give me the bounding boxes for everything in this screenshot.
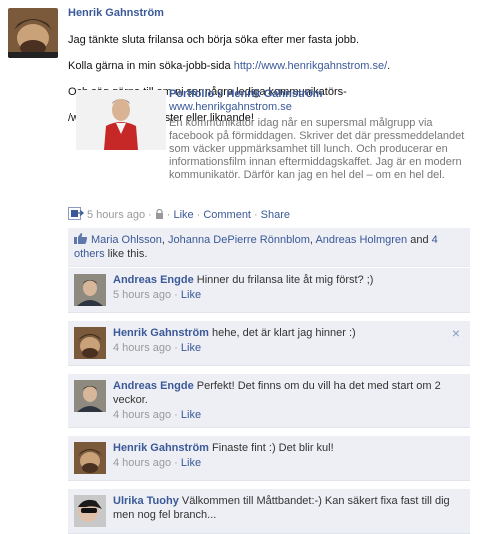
message-text: Kolla gärna in min söka-jobb-sida [68, 60, 234, 72]
portfolio-link[interactable]: http://www.henrikgahnstrom.se/ [234, 60, 387, 72]
link-post-icon [68, 207, 85, 223]
comment: Henrik Gahnström Finaste fint :) Det bli… [68, 436, 470, 481]
comment-text: Andreas Engde Perfekt! Det finns om du v… [113, 379, 462, 407]
separator: · [171, 409, 181, 421]
post-author[interactable]: Henrik Gahnström [68, 7, 473, 19]
likes-and: and [407, 234, 432, 246]
comment-text: Henrik Gahnström Finaste fint :) Det bli… [113, 441, 462, 455]
commenter-avatar[interactable] [74, 380, 106, 412]
feedback-section: Maria Ohlsson, Johanna DePierre Rönnblom… [68, 228, 470, 534]
comment: Henrik Gahnström hehe, det är klart jag … [68, 321, 470, 366]
comment-like-button[interactable]: Like [181, 289, 201, 301]
separator: · [166, 209, 171, 221]
comment-timestamp[interactable]: 4 hours ago [113, 457, 171, 469]
comment-meta: 5 hours ago · Like [113, 288, 462, 302]
liker-name[interactable]: Andreas Holmgren [315, 234, 407, 246]
attachment-thumbnail[interactable] [76, 90, 166, 150]
comment-meta: 4 hours ago · Like [113, 341, 462, 355]
comment: Andreas Engde Perfekt! Det finns om du v… [68, 374, 470, 428]
comment: Andreas Engde Hinner du frilansa lite åt… [68, 268, 470, 313]
link-attachment: Portfolio » Henrik Gahnström www.henrikg… [68, 88, 473, 200]
comment-timestamp[interactable]: 4 hours ago [113, 409, 171, 421]
comment-meta: 4 hours ago · Like [113, 456, 462, 470]
comment-author[interactable]: Andreas Engde [113, 380, 194, 392]
liker-name[interactable]: Maria Ohlsson [91, 234, 162, 246]
comment-text: Andreas Engde Hinner du frilansa lite åt… [113, 273, 462, 287]
attachment-description: En kommunikatör idag når en supersmal må… [169, 117, 465, 181]
lock-icon [155, 208, 164, 222]
comment-author[interactable]: Henrik Gahnström [113, 327, 209, 339]
separator: · [196, 209, 201, 221]
attachment-title[interactable]: Portfolio » Henrik Gahnström [169, 88, 469, 101]
message-text: . [387, 60, 391, 72]
commenter-avatar[interactable] [74, 274, 106, 306]
post-timestamp[interactable]: 5 hours ago [87, 209, 145, 221]
comment-like-button[interactable]: Like [181, 342, 201, 354]
comment-like-button[interactable]: Like [181, 457, 201, 469]
remove-comment-icon[interactable]: × [452, 326, 460, 340]
separator: · [171, 289, 181, 301]
comment-timestamp[interactable]: 5 hours ago [113, 289, 171, 301]
comment-text: Henrik Gahnström hehe, det är klart jag … [113, 326, 462, 340]
liker-name[interactable]: Johanna DePierre Rönnblom [168, 234, 310, 246]
likes-summary: Maria Ohlsson, Johanna DePierre Rönnblom… [68, 228, 470, 267]
separator: · [148, 209, 152, 221]
likes-suffix: like this. [104, 248, 148, 260]
comment-body: Hinner du frilansa lite åt mig först? ;) [193, 274, 374, 286]
like-button[interactable]: Like [173, 209, 193, 221]
comment-author[interactable]: Ulrika Tuohy [113, 495, 179, 507]
comment-body: hehe, det är klart jag hinner :) [208, 327, 356, 339]
post-meta: 5 hours ago · · Like · Comment · Share [68, 207, 290, 223]
comment-author[interactable]: Andreas Engde [113, 274, 194, 286]
commenter-avatar[interactable] [74, 495, 106, 527]
share-button[interactable]: Share [261, 209, 290, 221]
message-line: Jag tänkte sluta frilansa och börja söka… [68, 34, 360, 46]
message-line: Kolla gärna in min söka-jobb-sida http:/… [68, 60, 473, 73]
separator: · [171, 457, 181, 469]
attachment-url[interactable]: www.henrikgahnstrom.se [169, 101, 469, 114]
comment-timestamp[interactable]: 4 hours ago [113, 342, 171, 354]
attachment-body: Portfolio » Henrik Gahnström www.henrikg… [169, 88, 469, 182]
thumbs-up-icon [74, 233, 88, 244]
commenter-avatar[interactable] [74, 327, 106, 359]
separator: · [171, 342, 181, 354]
commenter-avatar[interactable] [74, 442, 106, 474]
comment-text: Ulrika Tuohy Välkommen till Måttbandet:-… [113, 494, 462, 522]
comment-like-button[interactable]: Like [181, 409, 201, 421]
comment-button[interactable]: Comment [203, 209, 251, 221]
comment-meta: 4 hours ago · Like [113, 408, 462, 422]
comment-author[interactable]: Henrik Gahnström [113, 442, 209, 454]
separator: · [254, 209, 258, 221]
author-avatar[interactable] [8, 8, 58, 58]
comment-body: Finaste fint :) Det blir kul! [208, 442, 334, 454]
